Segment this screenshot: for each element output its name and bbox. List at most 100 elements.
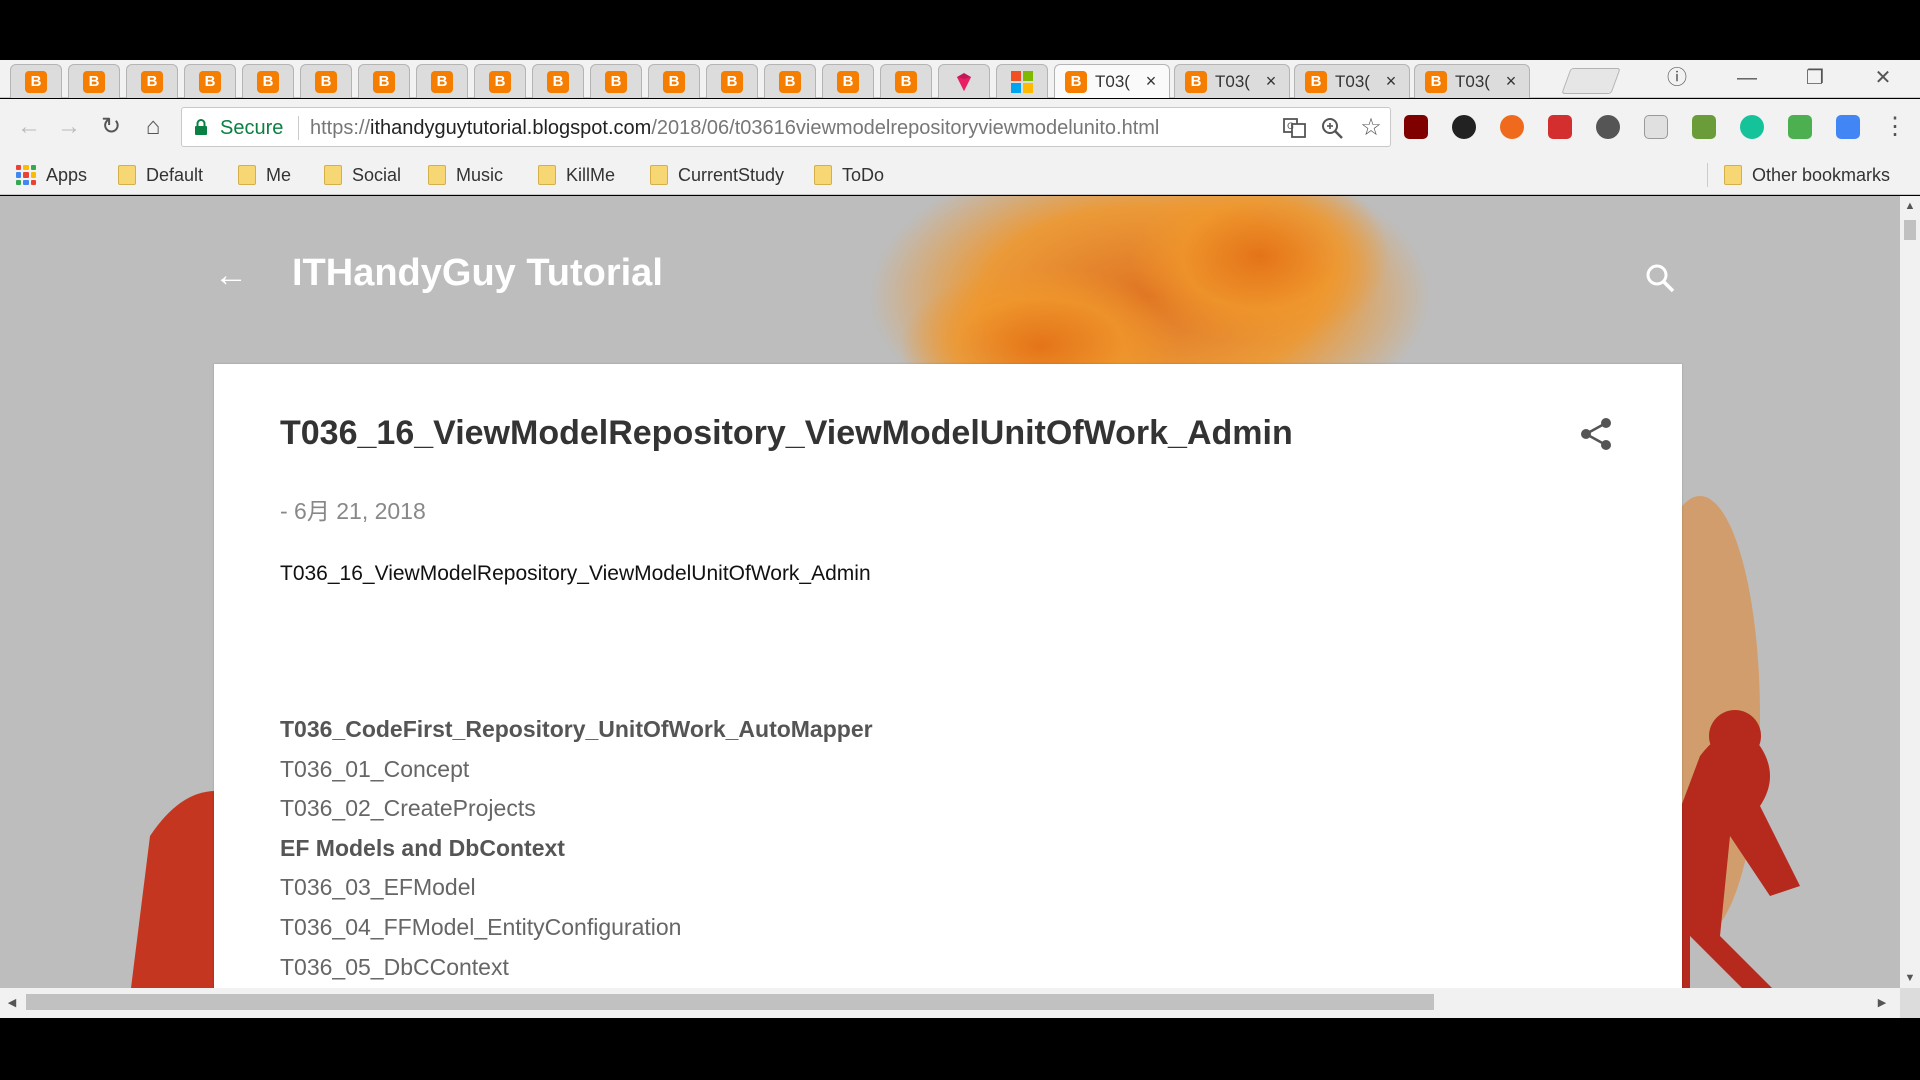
grammarly-icon[interactable] (1740, 115, 1764, 139)
blogger-icon (83, 70, 105, 93)
extension-blank-icon[interactable] (1644, 115, 1668, 139)
bookmark-label: Music (456, 164, 504, 185)
scroll-down-arrow[interactable]: ▼ (1900, 972, 1920, 984)
bookmark-label: Apps (46, 164, 88, 185)
pinned-tab[interactable] (938, 64, 990, 98)
horizontal-scrollbar[interactable]: ◀ ▶ (0, 988, 1900, 1018)
bookmark-folder[interactable]: ToDo (814, 163, 884, 187)
pinned-tab[interactable] (358, 64, 410, 98)
bookmark-star-icon[interactable]: ☆ (1358, 116, 1384, 140)
translate-icon[interactable]: G (1282, 116, 1308, 140)
folder-icon (538, 165, 556, 185)
evernote-icon[interactable] (1596, 115, 1620, 139)
pinned-tab[interactable] (184, 64, 236, 98)
extension-green-icon[interactable] (1788, 115, 1812, 139)
pinned-tab[interactable] (822, 64, 874, 98)
pinned-tab[interactable] (532, 64, 584, 98)
post-link[interactable]: T036_05_DbCContext (280, 948, 873, 988)
blog-title[interactable]: ITHandyGuy Tutorial (292, 252, 663, 295)
vertical-scrollbar[interactable]: ▲ ▼ (1900, 196, 1920, 988)
bookmark-other[interactable]: Other bookmarks (1724, 163, 1890, 187)
pinned-tab[interactable] (126, 64, 178, 98)
pinned-tab[interactable] (880, 64, 932, 98)
post-link[interactable]: T036_01_Concept (280, 750, 873, 790)
browser-toolbar: ← → ↻ ⌂ Secure https://ithandyguytutoria… (0, 99, 1920, 155)
post-link[interactable]: T036_03_EFModel (280, 868, 873, 908)
tab-close-icon[interactable]: × (1503, 71, 1519, 92)
extension-fish-icon[interactable] (1452, 115, 1476, 139)
scroll-left-arrow[interactable]: ◀ (2, 996, 22, 1009)
blogger-icon (895, 70, 917, 93)
extension-orange-icon[interactable] (1500, 115, 1524, 139)
browser-tab[interactable]: T03( × (1054, 64, 1170, 98)
browser-tab[interactable]: T03( × (1294, 64, 1410, 98)
extension-red-book-icon[interactable] (1548, 115, 1572, 139)
horizontal-scroll-thumb[interactable] (26, 994, 1434, 1010)
back-arrow-icon[interactable]: ← (214, 256, 248, 295)
post-link[interactable]: T036_02_CreateProjects (280, 789, 873, 829)
bookmark-folder[interactable]: KillMe (538, 163, 615, 187)
new-tab-button[interactable] (1561, 68, 1621, 94)
url-host: ithandyguytutorial.blogspot.com (370, 117, 652, 139)
bookmark-folder[interactable]: CurrentStudy (650, 163, 784, 187)
url-text[interactable]: https://ithandyguytutorial.blogspot.com/… (310, 117, 1159, 140)
blogger-icon (1185, 70, 1207, 93)
extension-check-icon[interactable] (1692, 115, 1716, 139)
tab-title: T03( (1455, 71, 1490, 91)
reload-button[interactable]: ↻ (94, 111, 128, 143)
pinned-tab[interactable] (648, 64, 700, 98)
pinned-tab[interactable] (416, 64, 468, 98)
blogger-icon (199, 70, 221, 93)
post-link[interactable]: T036_04_FFModel_EntityConfiguration (280, 908, 873, 948)
pinned-tab[interactable] (764, 64, 816, 98)
folder-icon (814, 165, 832, 185)
scroll-up-arrow[interactable]: ▲ (1900, 200, 1920, 212)
tab-title: T03( (1335, 71, 1370, 91)
profile-icon[interactable]: ⓘ (1652, 64, 1702, 92)
pinned-tab[interactable] (10, 64, 62, 98)
browser-tab[interactable]: T03( × (1414, 64, 1530, 98)
tab-title: T03( (1095, 71, 1130, 91)
search-icon[interactable] (1644, 262, 1676, 294)
pinned-tab[interactable] (474, 64, 526, 98)
apps-icon (16, 165, 36, 185)
bookmark-folder[interactable]: Social (324, 163, 401, 187)
scroll-right-arrow[interactable]: ▶ (1872, 996, 1892, 1009)
bookmark-apps[interactable]: Apps (16, 163, 87, 187)
forward-button[interactable]: → (52, 111, 86, 143)
share-icon[interactable] (1578, 416, 1614, 452)
tab-close-icon[interactable]: × (1143, 71, 1159, 92)
bookmark-folder[interactable]: Default (118, 163, 203, 187)
back-button[interactable]: ← (12, 111, 46, 143)
blogger-icon (489, 70, 511, 93)
minimize-button[interactable]: — (1722, 64, 1772, 92)
pinned-tab[interactable] (590, 64, 642, 98)
pinned-tab[interactable] (68, 64, 120, 98)
post-title[interactable]: T036_16_ViewModelRepository_ViewModelUni… (280, 414, 1293, 453)
browser-tab[interactable]: T03(× (1174, 64, 1290, 98)
pinned-tab[interactable] (242, 64, 294, 98)
tab-close-icon[interactable]: × (1263, 71, 1279, 92)
blogger-icon (141, 70, 163, 93)
address-bar[interactable]: Secure https://ithandyguytutorial.blogsp… (181, 107, 1391, 147)
url-scheme: https:// (310, 117, 371, 139)
pinned-tab[interactable] (996, 64, 1048, 98)
close-window-button[interactable]: ✕ (1858, 64, 1908, 92)
bookmark-folder[interactable]: Me (238, 163, 291, 187)
folder-icon (1724, 165, 1742, 185)
vertical-scroll-thumb[interactable] (1904, 220, 1916, 240)
url-path: /2018/06/t03616viewmodelrepositoryviewmo… (651, 117, 1160, 139)
folder-icon (238, 165, 256, 185)
microsoft-icon (1011, 70, 1033, 93)
screen: T03(× T03(× T03(× T03(× ⓘ — ❐ ✕ ← → ↻ ⌂ Sec… (0, 0, 1920, 1080)
chrome-menu-icon[interactable]: ⋮ (1878, 111, 1912, 143)
pinned-tab[interactable] (706, 64, 758, 98)
bookmark-folder[interactable]: Music (428, 163, 503, 187)
pinned-tab[interactable] (300, 64, 352, 98)
zoom-icon[interactable] (1320, 116, 1346, 140)
home-button[interactable]: ⌂ (136, 111, 170, 143)
ublock-icon[interactable] (1404, 115, 1428, 139)
restore-button[interactable]: ❐ (1790, 64, 1840, 92)
tab-close-icon[interactable]: × (1383, 71, 1399, 92)
google-translate-icon[interactable] (1836, 115, 1860, 139)
